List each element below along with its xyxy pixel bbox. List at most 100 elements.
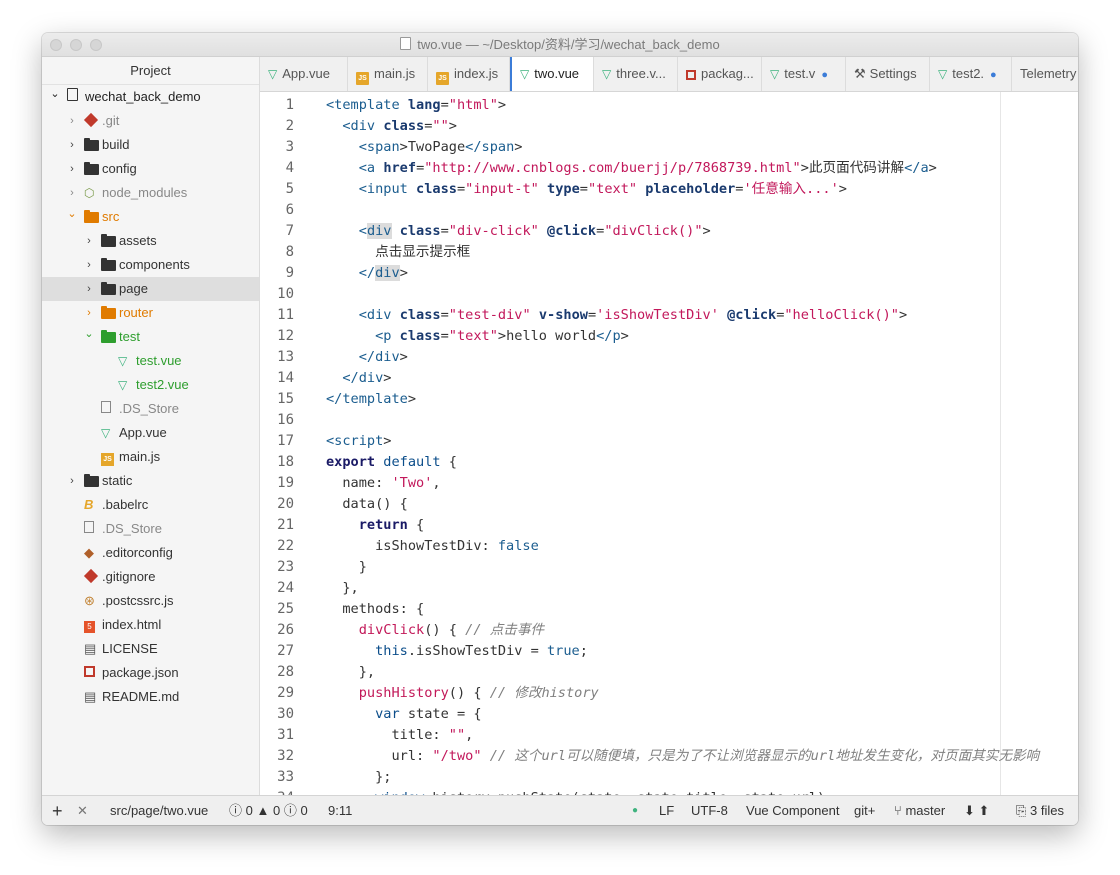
tree-item[interactable]: ◆ .editorconfig — [42, 541, 259, 565]
tab-6[interactable]: ▽ test.v ● — [762, 57, 846, 91]
code-line[interactable]: var state = { — [326, 704, 481, 725]
tree-item[interactable]: ▤ LICENSE — [42, 637, 259, 661]
files-count[interactable]: ⎘ 3 files — [1016, 796, 1064, 825]
chevron-icon[interactable]: › — [84, 229, 94, 253]
tree-item[interactable]: .DS_Store — [42, 517, 259, 541]
tree-item[interactable]: › page — [42, 277, 259, 301]
code-line[interactable]: data() { — [326, 494, 407, 515]
code-line[interactable]: </div> — [326, 368, 391, 389]
tree-item[interactable]: › components — [42, 253, 259, 277]
code-line[interactable]: methods: { — [326, 599, 424, 620]
tree-item-label: config — [102, 161, 137, 176]
close-window-button[interactable] — [50, 39, 62, 51]
code-line[interactable]: 点击显示提示框 — [326, 242, 470, 263]
diagnostics[interactable]: ⓘ 0 ▲ 0 ⓘ 0 — [229, 796, 308, 825]
tab-2[interactable]: JS index.js — [428, 57, 510, 91]
tree-item[interactable]: ▽ test2.vue — [42, 373, 259, 397]
cursor-position[interactable]: 9:11 — [328, 796, 352, 825]
tree-item[interactable]: ⌄ src — [42, 205, 259, 229]
code-line[interactable]: }, — [326, 662, 375, 683]
code-line[interactable]: <div class="div-click" @click="divClick(… — [326, 221, 711, 242]
code-line[interactable]: } — [326, 557, 367, 578]
code-editor[interactable]: 1 2 3 4 5 6 7 8 9 10 11 12 13 14 15 16 17 18 19 20 21 22 23 24 2… — [260, 92, 1078, 795]
chevron-icon[interactable]: ⌄ — [50, 82, 60, 106]
add-icon[interactable]: + — [52, 796, 63, 825]
fetch-icons[interactable]: ⬇ ⬆ — [964, 796, 989, 825]
chevron-icon[interactable]: › — [67, 109, 77, 133]
chevron-icon[interactable]: ⌄ — [84, 322, 94, 346]
git-status[interactable]: git+ — [854, 796, 875, 825]
code-line[interactable]: </div> — [326, 347, 408, 368]
folder-icon — [84, 162, 99, 175]
tab-0[interactable]: ▽ App.vue — [260, 57, 348, 91]
code-line[interactable]: <input class="input-t" type="text" place… — [326, 179, 847, 200]
folder-icon — [101, 282, 116, 295]
tab-8[interactable]: ▽ test2. ● — [930, 57, 1012, 91]
tab-3[interactable]: ▽ two.vue — [510, 57, 594, 91]
code-line[interactable]: name: 'Two', — [326, 473, 440, 494]
code-line[interactable]: <a href="http://www.cnblogs.com/buerjj/p… — [326, 158, 937, 179]
info-icon: ⓘ — [283, 803, 297, 818]
code-line[interactable]: url: "/two" // 这个url可以随便填，只是为了不让浏览器显示的ur… — [326, 746, 1039, 767]
tree-item[interactable]: package.json — [42, 661, 259, 685]
chevron-icon[interactable]: › — [67, 157, 77, 181]
status-dot: ● — [632, 805, 639, 816]
tree-item[interactable]: B .babelrc — [42, 493, 259, 517]
code-line[interactable]: window.history.pushState(state, state.ti… — [326, 788, 833, 795]
code-line[interactable]: </template> — [326, 389, 416, 410]
code-line[interactable]: <p class="text">hello world</p> — [326, 326, 629, 347]
tree-item[interactable]: ⌄ wechat_back_demo — [42, 85, 259, 109]
code-line[interactable]: }; — [326, 767, 391, 788]
code-line[interactable]: divClick() { // 点击事件 — [326, 620, 544, 641]
close-icon[interactable]: ✕ — [77, 796, 88, 825]
line-ending[interactable]: LF — [659, 796, 674, 825]
tab-5[interactable]: packag... — [678, 57, 762, 91]
branch[interactable]: ⑂ master — [894, 796, 945, 825]
chevron-icon[interactable]: › — [67, 133, 77, 157]
code-line[interactable]: title: "", — [326, 725, 473, 746]
tab-1[interactable]: JS main.js — [348, 57, 428, 91]
code-line[interactable]: }, — [326, 578, 358, 599]
tree-item[interactable]: ⊛ .postcssrc.js — [42, 589, 259, 613]
code-line[interactable]: <template lang="html"> — [326, 95, 506, 116]
code-line[interactable]: isShowTestDiv: false — [326, 536, 539, 557]
code-line[interactable]: return { — [326, 515, 424, 536]
chevron-icon[interactable]: › — [67, 469, 77, 493]
code-line[interactable]: <div class="test-div" v-show='isShowTest… — [326, 305, 907, 326]
tree-item[interactable]: › router — [42, 301, 259, 325]
code-line[interactable]: <script> — [326, 431, 391, 452]
tree-item[interactable]: ▤ README.md — [42, 685, 259, 709]
chevron-icon[interactable]: › — [84, 253, 94, 277]
tree-item[interactable]: › build — [42, 133, 259, 157]
tab-7[interactable]: ⚒ Settings — [846, 57, 930, 91]
code-line[interactable]: export default { — [326, 452, 457, 473]
tree-item[interactable]: › config — [42, 157, 259, 181]
tab-bar: ▽ App.vue JS main.js JS index.js ▽ two.vue ▽ thre… — [260, 57, 1078, 92]
tree-item[interactable]: .DS_Store — [42, 397, 259, 421]
code-line[interactable]: this.isShowTestDiv = true; — [326, 641, 588, 662]
tree-item[interactable]: 5 index.html — [42, 613, 259, 637]
tree-item[interactable]: JS main.js — [42, 445, 259, 469]
tree-item[interactable]: › static — [42, 469, 259, 493]
file-path[interactable]: src/page/two.vue — [110, 796, 208, 825]
grammar[interactable]: Vue Component — [746, 796, 839, 825]
line-number: 3 — [285, 139, 294, 155]
tab-9[interactable]: Telemetry — [1012, 57, 1078, 91]
tree-item[interactable]: › assets — [42, 229, 259, 253]
tree-item[interactable]: ▽ App.vue — [42, 421, 259, 445]
tree-item[interactable]: › .git — [42, 109, 259, 133]
zoom-window-button[interactable] — [90, 39, 102, 51]
tab-4[interactable]: ▽ three.v... — [594, 57, 678, 91]
code-line[interactable]: pushHistory() { // 修改history — [326, 683, 599, 704]
code-line[interactable]: <div class=""> — [326, 116, 457, 137]
code-line[interactable]: </div> — [326, 263, 408, 284]
tree-item[interactable]: ⌄ test — [42, 325, 259, 349]
tree-item[interactable]: .gitignore — [42, 565, 259, 589]
code-line[interactable]: <span>TwoPage</span> — [326, 137, 523, 158]
minimize-window-button[interactable] — [70, 39, 82, 51]
chevron-icon[interactable]: › — [84, 277, 94, 301]
encoding[interactable]: UTF-8 — [691, 796, 728, 825]
line-number: 16 — [277, 412, 294, 428]
tree-item[interactable]: ▽ test.vue — [42, 349, 259, 373]
chevron-icon[interactable]: ⌄ — [67, 202, 77, 226]
